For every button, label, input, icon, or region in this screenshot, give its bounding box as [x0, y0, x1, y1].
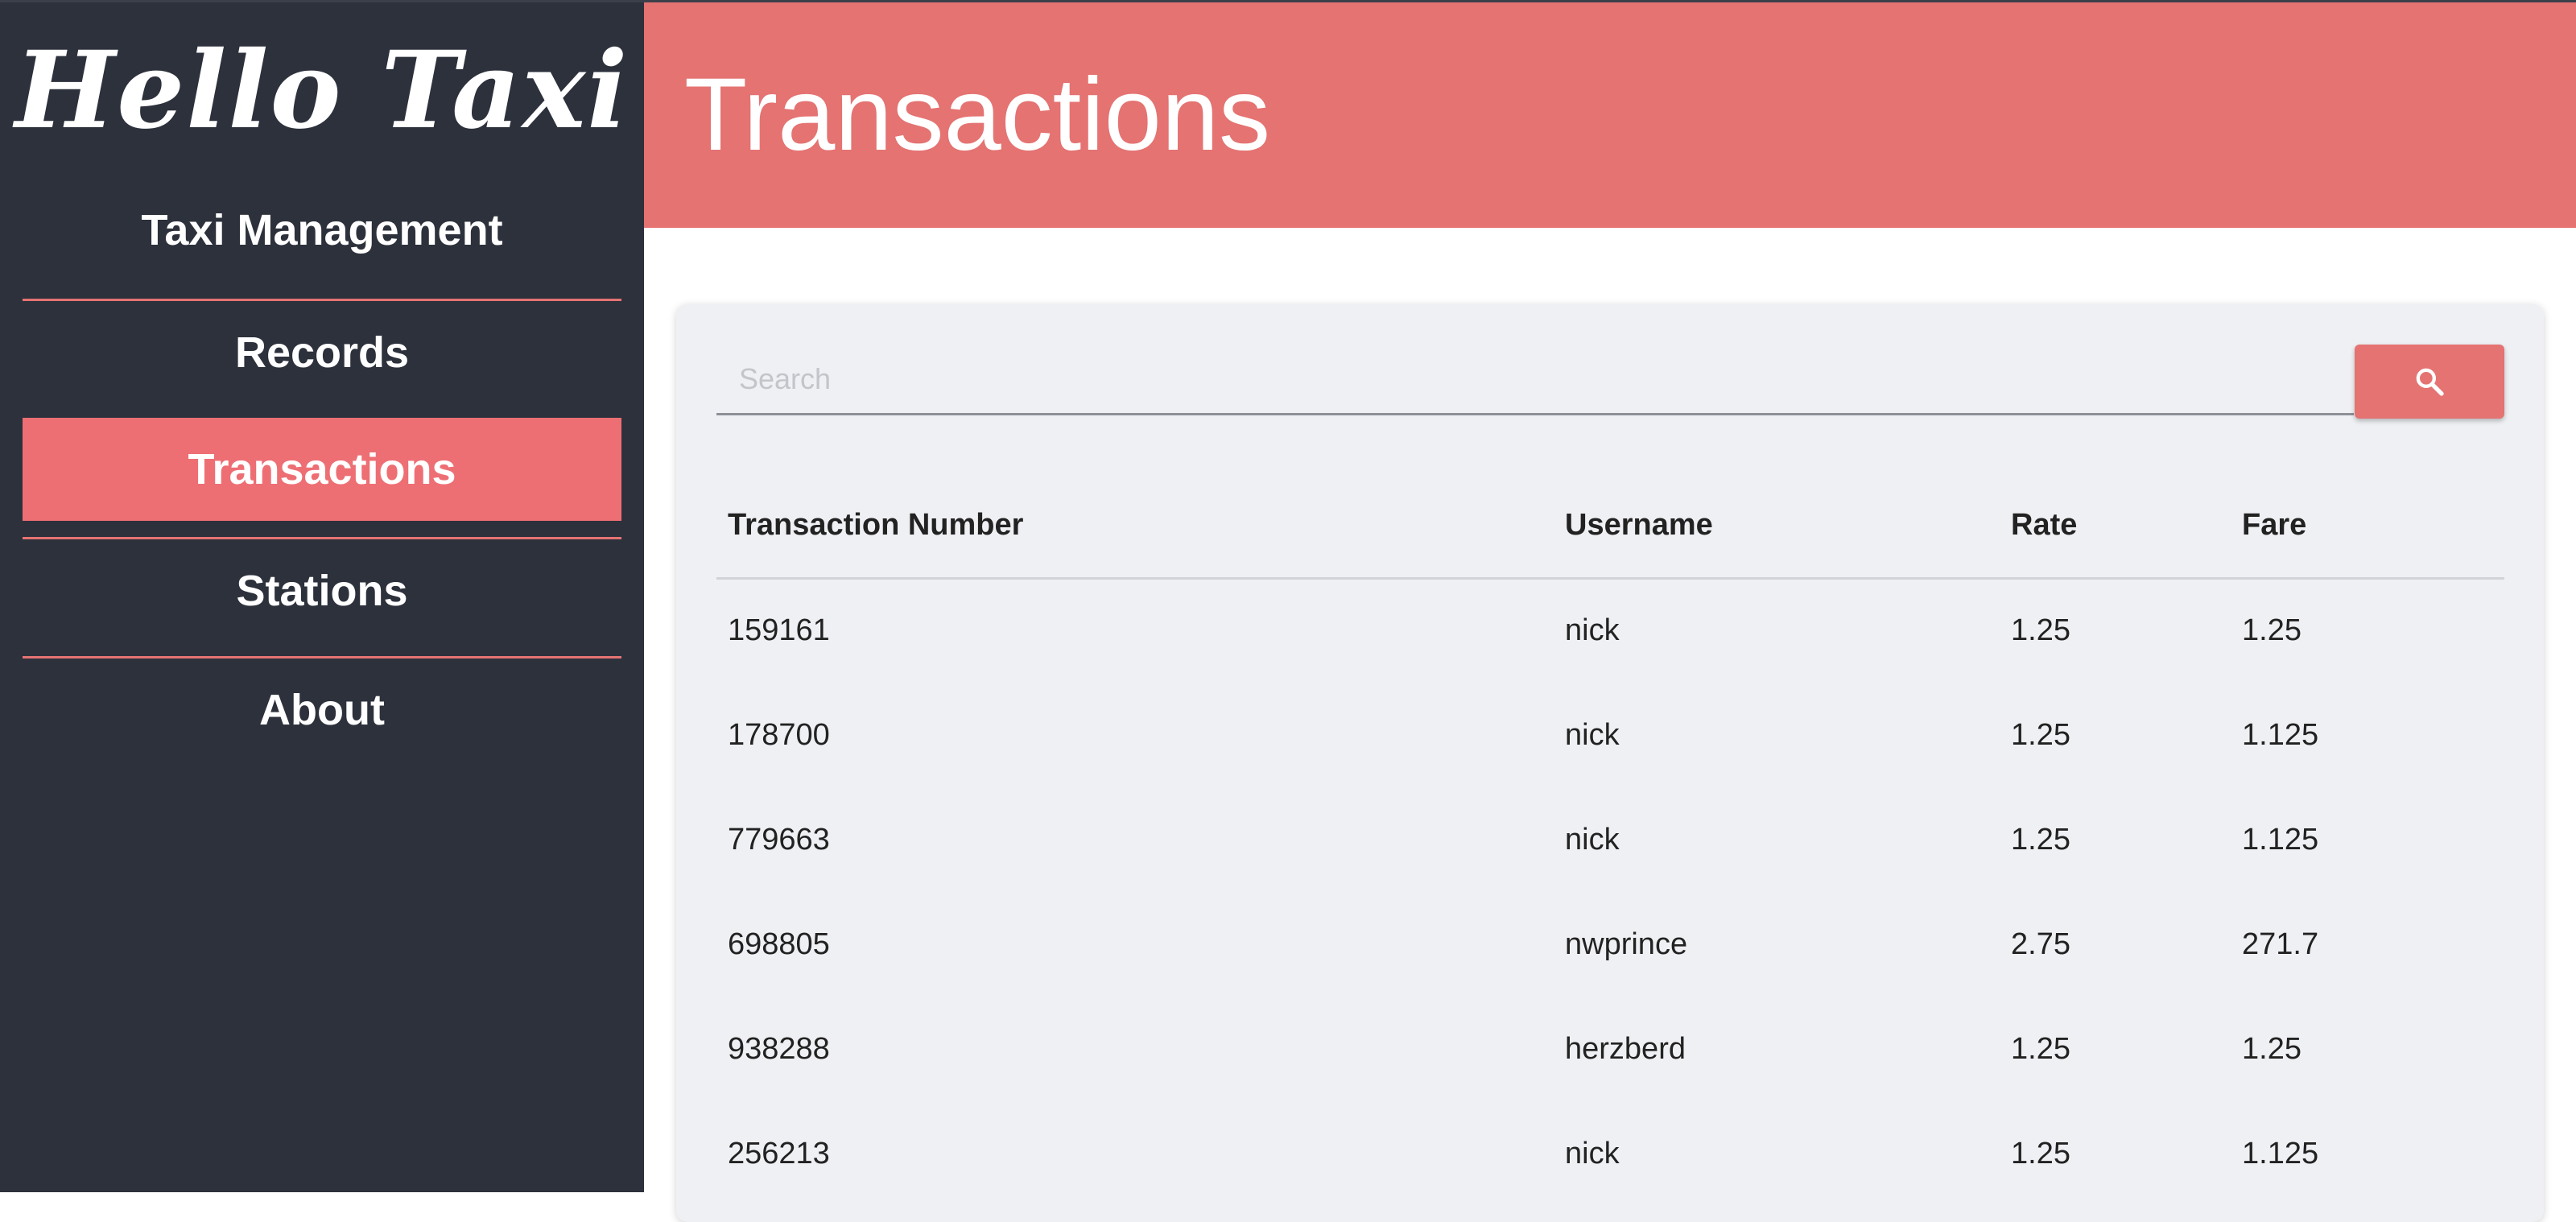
cell-fare: 1.25 [2242, 1031, 2301, 1066]
cell-rate: 1.25 [2011, 1136, 2070, 1170]
search-icon [2416, 368, 2444, 396]
sidebar-item-about[interactable]: About [23, 658, 621, 762]
brand-logo[interactable]: Hello Taxi [0, 27, 644, 155]
cell-username: herzberd [1565, 1031, 1686, 1066]
cell-transaction-number: 698805 [728, 927, 830, 961]
cell-transaction-number: 779663 [728, 822, 830, 857]
table-row[interactable]: 938288 herzberd 1.25 1.25 [716, 997, 2504, 1101]
table-row[interactable]: 256213 nick 1.25 1.125 [716, 1101, 2504, 1206]
page-title: Transactions [684, 57, 1270, 172]
sidebar-item-transactions[interactable]: Transactions [23, 418, 621, 521]
page-header: Transactions [644, 2, 2576, 228]
cell-rate: 2.75 [2011, 927, 2070, 961]
search-button[interactable] [2355, 345, 2504, 419]
cell-rate: 1.25 [2011, 717, 2070, 752]
cell-fare: 271.7 [2242, 927, 2319, 961]
search-input[interactable] [716, 345, 2354, 415]
table-row[interactable]: 698805 nwprince 2.75 271.7 [716, 892, 2504, 997]
cell-fare: 1.125 [2242, 1136, 2319, 1170]
cell-fare: 1.125 [2242, 822, 2319, 857]
cell-fare: 1.25 [2242, 613, 2301, 648]
cell-transaction-number: 938288 [728, 1031, 830, 1066]
transactions-table: Transaction Number Username Rate Fare 15… [716, 473, 2504, 1206]
table-header-row: Transaction Number Username Rate Fare [716, 473, 2504, 580]
table-row[interactable]: 178700 nick 1.25 1.125 [716, 683, 2504, 787]
table-row[interactable]: 779663 nick 1.25 1.125 [716, 787, 2504, 892]
column-header-username[interactable]: Username [1554, 473, 2000, 580]
sidebar-item-records[interactable]: Records [23, 301, 621, 404]
cell-transaction-number: 256213 [728, 1136, 830, 1170]
cell-rate: 1.25 [2011, 1031, 2070, 1066]
cell-transaction-number: 159161 [728, 613, 830, 648]
table-row[interactable]: 159161 nick 1.25 1.25 [716, 578, 2504, 683]
cell-transaction-number: 178700 [728, 717, 830, 752]
cell-username: nick [1565, 613, 1620, 648]
column-header-fare[interactable]: Fare [2231, 473, 2504, 580]
sidebar-subtitle: Taxi Management [141, 206, 503, 254]
transactions-card: Transaction Number Username Rate Fare 15… [676, 304, 2544, 1222]
column-header-transaction-number[interactable]: Transaction Number [716, 473, 1554, 580]
column-header-rate[interactable]: Rate [2000, 473, 2231, 580]
cell-username: nick [1565, 717, 1620, 752]
cell-username: nwprince [1565, 927, 1688, 961]
cell-username: nick [1565, 1136, 1620, 1170]
sidebar: Hello Taxi Taxi Management Records Trans… [0, 2, 644, 1192]
sidebar-item-stations[interactable]: Stations [23, 539, 621, 642]
cell-username: nick [1565, 822, 1620, 857]
cell-fare: 1.125 [2242, 717, 2319, 752]
cell-rate: 1.25 [2011, 822, 2070, 857]
cell-rate: 1.25 [2011, 613, 2070, 648]
